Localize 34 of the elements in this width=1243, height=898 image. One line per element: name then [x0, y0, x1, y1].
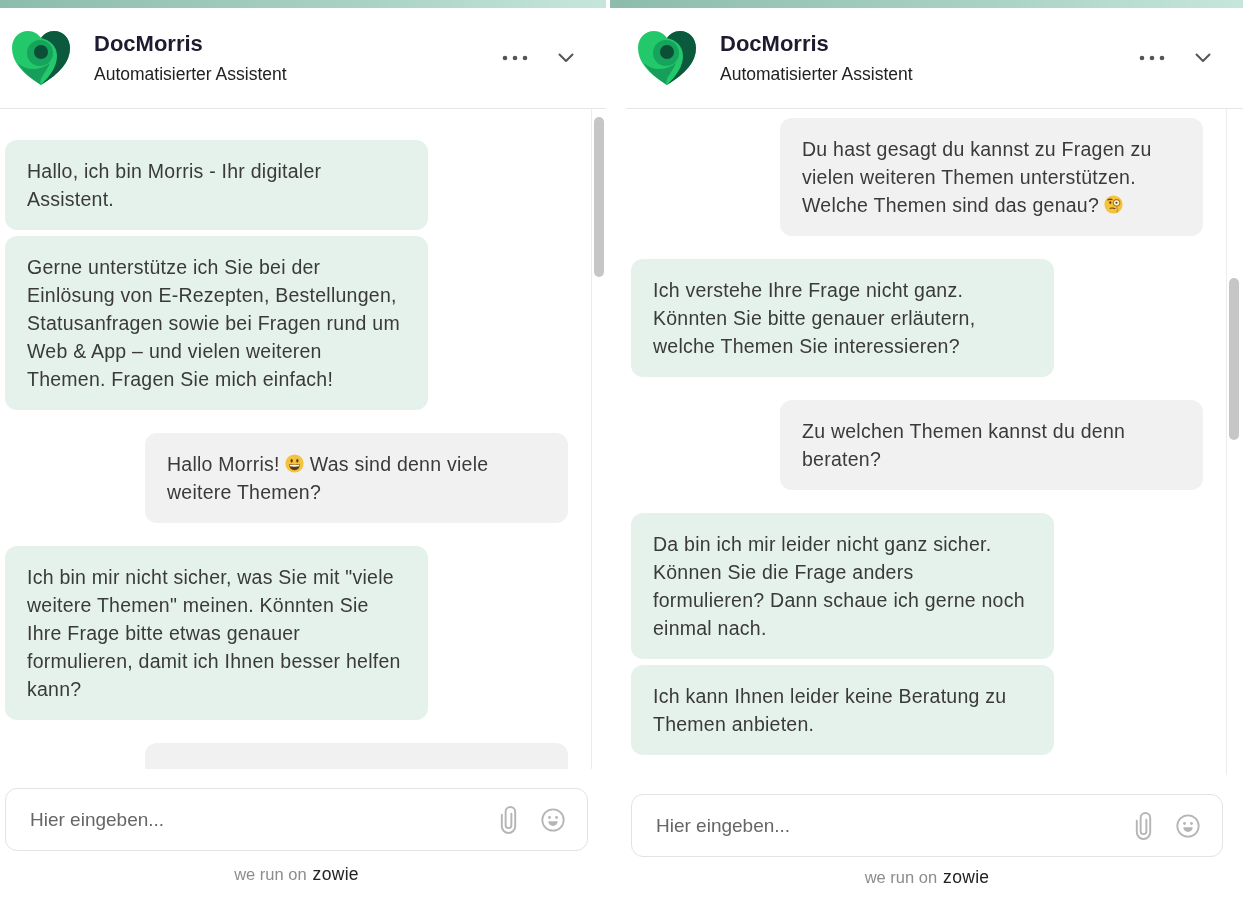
smiley-icon[interactable]	[541, 808, 565, 832]
message-text: Welche Themen sind das genau?	[802, 193, 1100, 218]
message-input[interactable]: Hier eingeben...	[5, 788, 588, 851]
chat-title: DocMorris	[94, 30, 203, 58]
more-icon[interactable]	[502, 55, 528, 61]
message-text: Ich verstehe Ihre Frage nicht ganz. Könnten Sie bitte genauer erläutern, welche Themen Sie interessieren?	[653, 278, 977, 359]
heart-logo-icon	[10, 29, 72, 87]
message-text: Hallo, ich bin Morris - Ihr digitaler Assistent.	[27, 159, 323, 212]
scrollbar-thumb[interactable]	[1229, 278, 1239, 440]
brand-name[interactable]: zowie	[943, 867, 990, 888]
scrollbar-thumb[interactable]	[594, 117, 604, 277]
chevron-down-icon[interactable]	[558, 53, 574, 63]
chat-subtitle: Automatisierter Assistent	[94, 63, 287, 86]
message-text: Da bin ich mir leider nicht ganz sicher. Können Sie die Frage anders formulieren? Dann schaue ich gerne noch einmal nach.	[653, 532, 1026, 641]
smiley-icon[interactable]	[1176, 814, 1200, 838]
message-input[interactable]: Hier eingeben...	[631, 794, 1223, 857]
powered-by-text: we run on	[234, 865, 307, 884]
message-text: Zu welchen Themen kannst du denn beraten?	[802, 419, 1127, 472]
more-icon[interactable]	[1139, 55, 1165, 61]
powered-by-text: we run on	[864, 868, 938, 887]
message-text: Hallo Morris!	[167, 452, 280, 477]
grinning-face-emoji-icon	[284, 454, 304, 473]
message-text: Gerne unterstütze ich Sie bei der Einlösung von E-Rezepten, Bestellungen, Statusanfragen sowie bei Fragen rund um Web & App – und vielen weiteren Themen. Fragen Sie mich einfach!	[27, 255, 401, 392]
message-text: Ich bin mir nicht sicher, was Sie mit "viele weitere Themen" meinen. Könnten Sie Ihre Frage bitte etwas genauer formulieren, damit ich Ihnen besser helfen kann?	[27, 565, 401, 702]
message-text: Ich kann Ihnen leider keine Beratung zu Themen anbieten.	[653, 684, 1008, 737]
message-text: Du hast gesagt du kannst zu Fragen zu vielen weiteren Themen unterstützen.	[802, 137, 1153, 190]
chat-title: DocMorris	[720, 30, 829, 58]
monocle-face-emoji-icon	[1104, 195, 1124, 214]
heart-logo-icon	[636, 29, 698, 87]
message-text: weitere Themen?	[167, 480, 322, 505]
chevron-down-icon[interactable]	[1195, 53, 1211, 63]
brand-name[interactable]: zowie	[312, 864, 359, 885]
chat-subtitle: Automatisierter Assistent	[720, 63, 913, 86]
message-text: Was sind denn viele	[309, 452, 489, 477]
